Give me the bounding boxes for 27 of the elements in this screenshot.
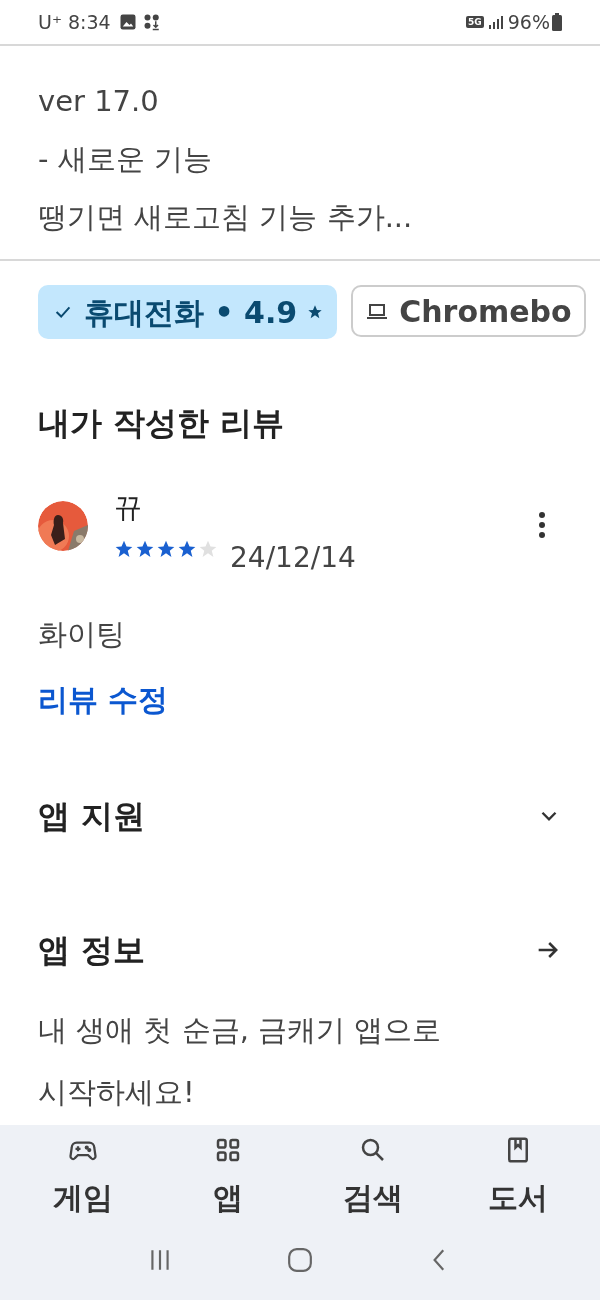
release-note-line: - 새로운 기능 bbox=[38, 141, 213, 178]
app-description: 내 생애 첫 순금, 금캐기 앱으로 시작하세요! bbox=[37, 1012, 443, 1111]
device-chip[interactable]: 휴대전화 • 4.9 bbox=[38, 285, 338, 339]
section-header[interactable]: 앱 지원 bbox=[0, 791, 600, 841]
battery-icon bbox=[552, 13, 562, 31]
network-badge: 5G bbox=[466, 16, 484, 28]
reviewer-name: 뀨 bbox=[114, 491, 143, 525]
clock: 8:34 bbox=[67, 9, 111, 35]
nav-tab[interactable]: 검색 bbox=[317, 1135, 428, 1220]
release-note-line: 땡기면 새로고침 기능 추가... bbox=[38, 199, 414, 236]
signal-icon bbox=[487, 14, 504, 30]
release-note-line: ver 17.0 bbox=[38, 83, 160, 120]
nav-tab[interactable]: 앱 bbox=[172, 1135, 283, 1220]
review-text: 화이팅 bbox=[37, 616, 126, 653]
section-heading: 내가 작성한 리뷰 bbox=[37, 403, 286, 444]
star-icon bbox=[307, 304, 324, 320]
review-date: 24/12/14 bbox=[230, 540, 356, 576]
section-header[interactable]: 앱 정보 bbox=[0, 925, 600, 975]
device-chip[interactable]: Chromebo bbox=[351, 285, 586, 337]
download-icon bbox=[142, 13, 161, 31]
edit-review-link[interactable]: 리뷰 수정 bbox=[38, 682, 169, 717]
home-icon[interactable] bbox=[287, 1247, 313, 1273]
battery-percent: 96% bbox=[507, 9, 550, 35]
carrier-label: U⁺ bbox=[38, 9, 62, 35]
image-icon bbox=[118, 13, 137, 31]
nav-tab[interactable]: 도서 bbox=[462, 1135, 573, 1220]
nav-tab[interactable]: 게임 bbox=[27, 1135, 138, 1220]
